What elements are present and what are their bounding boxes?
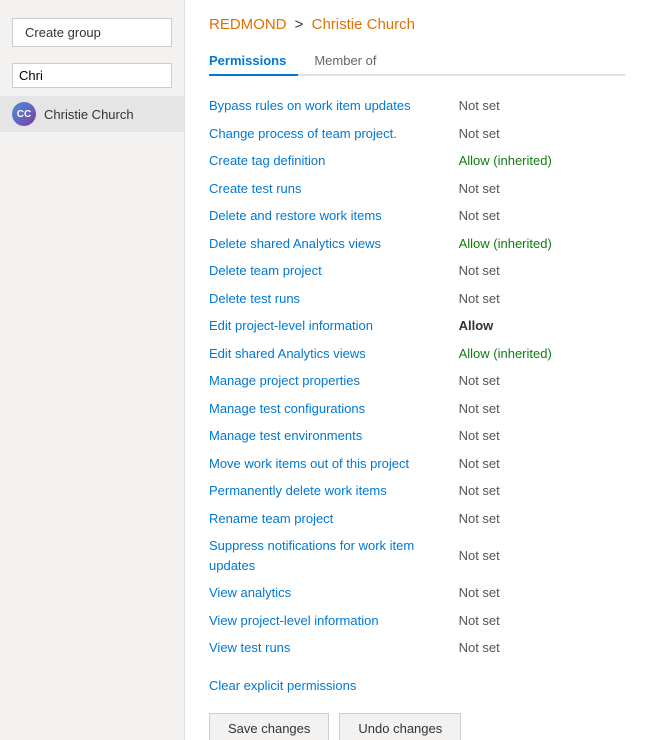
- table-row: Permanently delete work itemsNot set: [209, 477, 625, 505]
- table-row: Create tag definitionAllow (inherited): [209, 147, 625, 175]
- sidebar: Create group CC Christie Church: [0, 0, 185, 740]
- clear-permissions-link[interactable]: Clear explicit permissions: [209, 678, 356, 693]
- table-row: Rename team projectNot set: [209, 505, 625, 533]
- breadcrumb-org: REDMOND: [209, 16, 287, 33]
- permission-value: Not set: [459, 175, 625, 203]
- table-row: Manage test environmentsNot set: [209, 422, 625, 450]
- permission-name[interactable]: Bypass rules on work item updates: [209, 92, 459, 120]
- breadcrumb: REDMOND > Christie Church: [209, 16, 625, 33]
- table-row: Manage project propertiesNot set: [209, 367, 625, 395]
- table-row: Create test runsNot set: [209, 175, 625, 203]
- sidebar-user-list: CC Christie Church: [0, 96, 184, 132]
- sidebar-user-name: Christie Church: [44, 107, 134, 122]
- permission-name[interactable]: Change process of team project.: [209, 120, 459, 148]
- permission-value: Not set: [459, 579, 625, 607]
- permission-value: Allow (inherited): [459, 340, 625, 368]
- table-row: Delete and restore work itemsNot set: [209, 202, 625, 230]
- table-row: Bypass rules on work item updatesNot set: [209, 92, 625, 120]
- permission-name[interactable]: Create test runs: [209, 175, 459, 203]
- permission-value: Not set: [459, 120, 625, 148]
- table-row: Change process of team project.Not set: [209, 120, 625, 148]
- permission-name[interactable]: Edit shared Analytics views: [209, 340, 459, 368]
- table-row: Suppress notifications for work item upd…: [209, 532, 625, 579]
- permission-name[interactable]: View test runs: [209, 634, 459, 662]
- table-row: Edit project-level informationAllow: [209, 312, 625, 340]
- create-group-button[interactable]: Create group: [12, 18, 172, 47]
- table-row: Delete shared Analytics viewsAllow (inhe…: [209, 230, 625, 258]
- permissions-table: Bypass rules on work item updatesNot set…: [209, 92, 625, 662]
- permission-name[interactable]: Delete shared Analytics views: [209, 230, 459, 258]
- permission-name[interactable]: Delete and restore work items: [209, 202, 459, 230]
- permission-value: Not set: [459, 395, 625, 423]
- undo-button[interactable]: Undo changes: [339, 713, 461, 740]
- permission-value: Not set: [459, 532, 625, 579]
- table-row: Edit shared Analytics viewsAllow (inheri…: [209, 340, 625, 368]
- permission-value: Not set: [459, 422, 625, 450]
- permission-name[interactable]: Manage test environments: [209, 422, 459, 450]
- permission-name[interactable]: Suppress notifications for work item upd…: [209, 532, 459, 579]
- table-row: View test runsNot set: [209, 634, 625, 662]
- breadcrumb-user: Christie Church: [312, 16, 415, 33]
- sidebar-user-item[interactable]: CC Christie Church: [0, 96, 184, 132]
- permission-name[interactable]: Create tag definition: [209, 147, 459, 175]
- search-input[interactable]: [12, 63, 172, 88]
- permission-value: Allow (inherited): [459, 147, 625, 175]
- save-button[interactable]: Save changes: [209, 713, 329, 740]
- permission-name[interactable]: Manage project properties: [209, 367, 459, 395]
- permission-name[interactable]: Rename team project: [209, 505, 459, 533]
- search-wrap: [0, 59, 184, 96]
- permission-name[interactable]: View analytics: [209, 579, 459, 607]
- permission-name[interactable]: Edit project-level information: [209, 312, 459, 340]
- permission-name[interactable]: Delete team project: [209, 257, 459, 285]
- tab-bar: Permissions Member of: [209, 47, 625, 76]
- permission-name[interactable]: Manage test configurations: [209, 395, 459, 423]
- permission-value: Not set: [459, 285, 625, 313]
- permission-name[interactable]: Move work items out of this project: [209, 450, 459, 478]
- permission-value: Not set: [459, 505, 625, 533]
- permission-value: Not set: [459, 607, 625, 635]
- permission-name[interactable]: View project-level information: [209, 607, 459, 635]
- table-row: Manage test configurationsNot set: [209, 395, 625, 423]
- permission-value: Not set: [459, 450, 625, 478]
- permission-value: Not set: [459, 634, 625, 662]
- permission-value: Not set: [459, 477, 625, 505]
- permission-value: Not set: [459, 367, 625, 395]
- permission-value: Not set: [459, 92, 625, 120]
- table-row: Move work items out of this projectNot s…: [209, 450, 625, 478]
- avatar: CC: [12, 102, 36, 126]
- table-row: View project-level informationNot set: [209, 607, 625, 635]
- permission-name[interactable]: Permanently delete work items: [209, 477, 459, 505]
- permission-value: Not set: [459, 257, 625, 285]
- permission-value: Allow: [459, 312, 625, 340]
- permission-value: Allow (inherited): [459, 230, 625, 258]
- tab-member-of[interactable]: Member of: [314, 47, 388, 76]
- permission-value: Not set: [459, 202, 625, 230]
- action-buttons: Save changes Undo changes: [209, 713, 625, 740]
- tab-permissions[interactable]: Permissions: [209, 47, 298, 76]
- permission-name[interactable]: Delete test runs: [209, 285, 459, 313]
- table-row: Delete test runsNot set: [209, 285, 625, 313]
- main-content: REDMOND > Christie Church Permissions Me…: [185, 0, 649, 740]
- breadcrumb-separator: >: [295, 16, 304, 33]
- table-row: View analyticsNot set: [209, 579, 625, 607]
- table-row: Delete team projectNot set: [209, 257, 625, 285]
